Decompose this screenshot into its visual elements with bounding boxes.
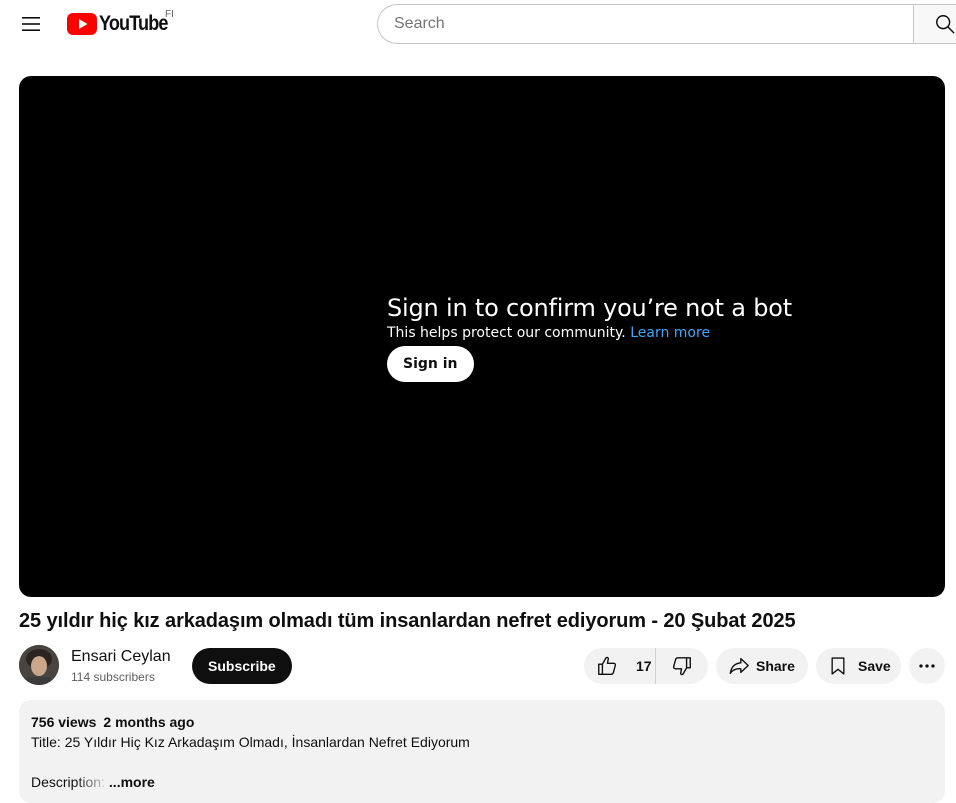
share-label: Share — [756, 658, 795, 674]
search-box — [377, 4, 914, 44]
learn-more-link[interactable]: Learn more — [630, 325, 710, 341]
dislike-button[interactable] — [656, 648, 708, 684]
youtube-logo[interactable]: YouTube — [67, 12, 179, 36]
subscriber-count: 114 subscribers — [71, 670, 155, 684]
masthead: YouTube FI — [0, 0, 956, 48]
youtube-play-icon — [67, 13, 97, 35]
hamburger-icon — [22, 17, 40, 31]
bot-check-heading: Sign in to confirm you’re not a bot — [387, 294, 792, 322]
avatar-image — [19, 645, 59, 685]
bot-check-subtext: This helps protect our community. Learn … — [387, 325, 792, 341]
channel-name[interactable]: Ensari Ceylan — [71, 648, 171, 666]
save-button[interactable]: Save — [816, 648, 901, 684]
share-arrow-icon — [729, 657, 749, 675]
more-actions-button[interactable] — [909, 648, 945, 684]
description-meta: 756 views 2 months ago — [31, 712, 933, 732]
share-button[interactable]: Share — [716, 648, 808, 684]
upload-date: 2 months ago — [103, 714, 195, 730]
search-icon — [936, 15, 955, 34]
video-title: 25 yıldır hiç kız arkadaşım olmadı tüm i… — [19, 610, 796, 632]
channel-avatar[interactable] — [19, 645, 59, 685]
bot-check-description: This helps protect our community. — [387, 325, 626, 341]
more-horizontal-icon — [919, 664, 935, 668]
description-box[interactable]: 756 views 2 months ago Title: 25 Yıldır H… — [19, 700, 945, 803]
thumbs-up-icon — [598, 656, 617, 675]
bot-check-overlay: Sign in to confirm you’re not a bot This… — [387, 294, 792, 382]
sign-in-button[interactable]: Sign in — [387, 346, 474, 382]
country-code: FI — [165, 9, 174, 20]
subscribe-button[interactable]: Subscribe — [192, 648, 292, 684]
bookmark-icon — [831, 657, 845, 675]
description-label: Description: — [31, 774, 105, 790]
save-label: Save — [858, 658, 891, 674]
like-dislike-group: 17 — [584, 648, 708, 684]
view-count: 756 views — [31, 714, 97, 730]
thumbs-down-icon — [672, 657, 691, 676]
like-count: 17 — [636, 658, 652, 674]
search-button[interactable] — [913, 4, 956, 44]
video-player[interactable]: Sign in to confirm you’re not a bot This… — [19, 76, 945, 597]
search-input[interactable] — [394, 15, 914, 33]
logo-wordmark: YouTube — [99, 12, 168, 35]
show-more-link[interactable]: ...more — [109, 772, 155, 792]
description-title-line: Title: 25 Yıldır Hiç Kız Arkadaşım Olmad… — [31, 734, 470, 750]
description-truncated-line: Description: ...more — [31, 772, 933, 792]
like-button[interactable]: 17 — [584, 648, 656, 684]
guide-menu-button[interactable] — [15, 8, 47, 40]
